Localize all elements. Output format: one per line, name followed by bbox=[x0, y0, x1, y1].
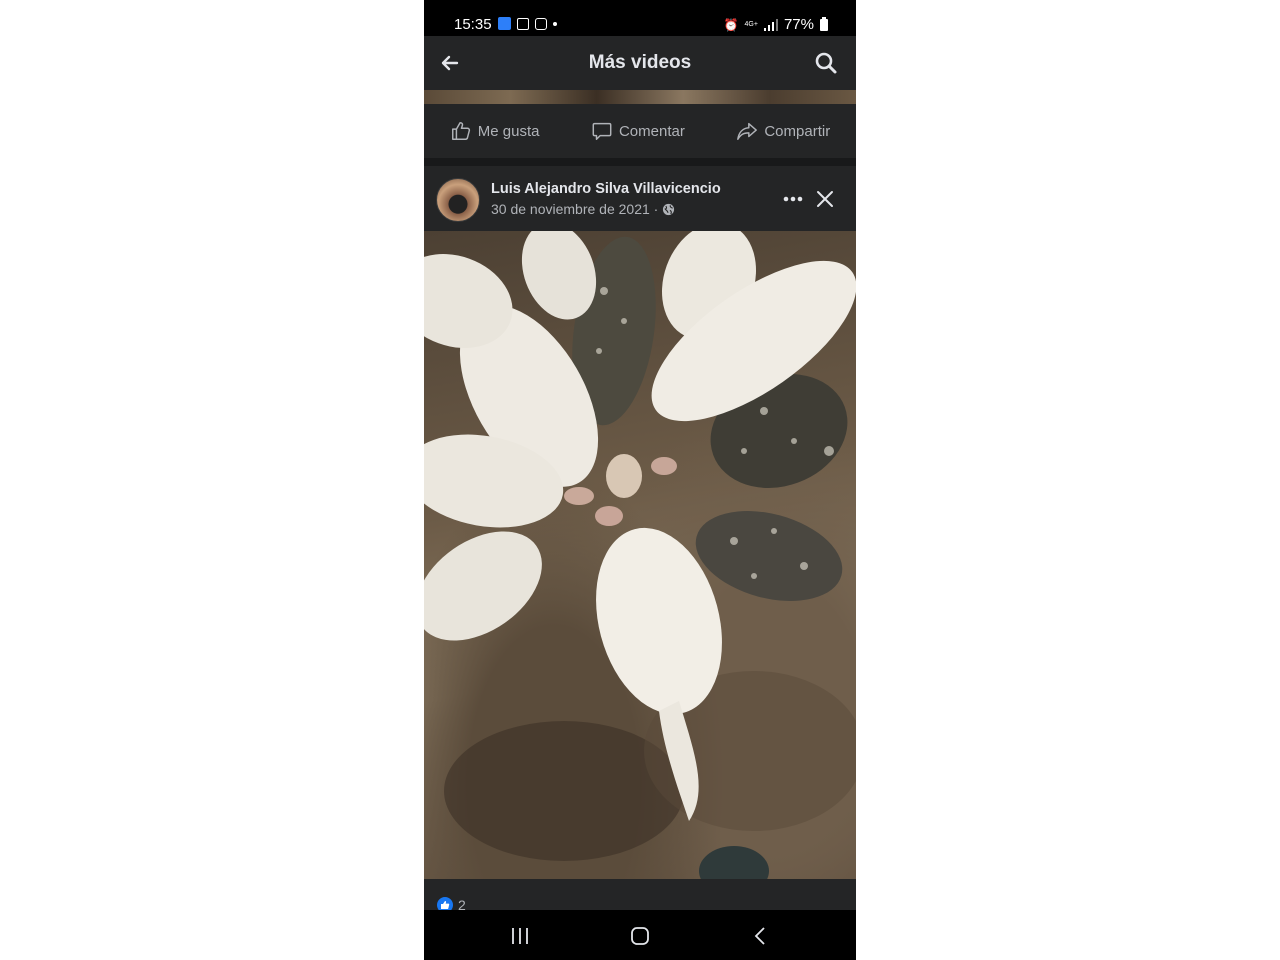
page-title: Más videos bbox=[588, 52, 692, 73]
video-player[interactable] bbox=[424, 231, 856, 879]
search-icon bbox=[815, 52, 837, 74]
battery-icon bbox=[820, 16, 828, 31]
thumbs-up-icon bbox=[451, 122, 470, 140]
phone-screen: 15:35 ⏰ 4G+ 77% Más videos Me gusta Come… bbox=[424, 0, 856, 960]
status-bar: 15:35 ⏰ 4G+ 77% bbox=[424, 0, 856, 36]
chevron-left-icon bbox=[754, 927, 765, 945]
author-name[interactable]: Luis Alejandro Silva Villavicencio bbox=[491, 181, 721, 197]
system-nav-bar bbox=[424, 910, 856, 960]
status-time: 15:35 bbox=[454, 16, 492, 33]
share-button[interactable]: Compartir bbox=[736, 120, 830, 142]
previous-video-thumbnail[interactable] bbox=[424, 90, 856, 104]
more-dots-icon bbox=[783, 196, 803, 202]
signal-icon bbox=[763, 18, 778, 31]
comment-label: Comentar bbox=[618, 122, 685, 140]
system-icons: ⏰ 4G+ 77% bbox=[724, 16, 828, 33]
instagram-icon bbox=[535, 17, 547, 30]
search-button[interactable] bbox=[812, 49, 840, 77]
close-icon bbox=[817, 191, 833, 207]
more-notifications-icon bbox=[553, 21, 557, 26]
shield-icon bbox=[498, 17, 511, 30]
notification-icons bbox=[498, 17, 557, 30]
video-frame-turkeys bbox=[424, 231, 856, 879]
feed-separator bbox=[424, 158, 856, 166]
comment-button[interactable]: Comentar bbox=[591, 120, 685, 142]
more-options-button[interactable] bbox=[780, 186, 806, 212]
app-header: Más videos bbox=[424, 36, 856, 90]
reactions-bar: 2 bbox=[424, 879, 856, 913]
like-button[interactable]: Me gusta bbox=[450, 120, 540, 142]
share-icon bbox=[737, 122, 758, 140]
avatar[interactable] bbox=[436, 178, 480, 222]
post-date-text: 30 de noviembre de 2021 · bbox=[491, 201, 659, 217]
battery-percent: 77% bbox=[783, 16, 814, 33]
like-label: Me gusta bbox=[477, 122, 540, 140]
post-header: Luis Alejandro Silva Villavicencio 30 de… bbox=[424, 166, 856, 231]
post-date: 30 de noviembre de 2021 · bbox=[491, 201, 675, 217]
globe-icon bbox=[663, 203, 675, 215]
alarm-icon: ⏰ bbox=[723, 17, 739, 32]
action-bar: Me gusta Comentar Compartir bbox=[424, 104, 856, 158]
share-label: Compartir bbox=[764, 122, 831, 140]
network-label: 4G+ bbox=[744, 20, 758, 28]
home-button[interactable] bbox=[629, 925, 651, 947]
system-back-button[interactable] bbox=[750, 925, 772, 947]
home-icon bbox=[631, 927, 649, 945]
comment-icon bbox=[592, 122, 612, 140]
recent-apps-icon bbox=[512, 928, 528, 944]
recent-apps-button[interactable] bbox=[509, 925, 531, 947]
close-button[interactable] bbox=[812, 186, 838, 212]
gallery-icon bbox=[517, 17, 529, 30]
